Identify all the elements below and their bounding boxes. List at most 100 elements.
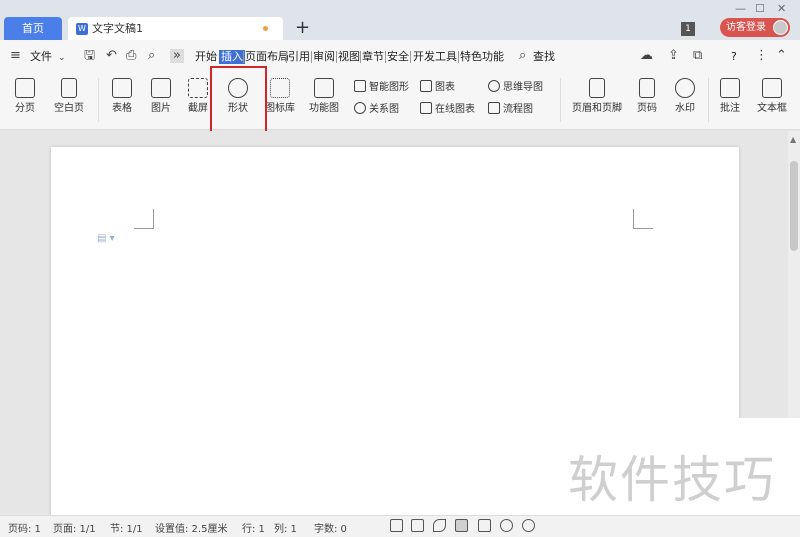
minimize-icon[interactable]: — <box>735 2 746 15</box>
tab-page-layout[interactable]: 页面布局 <box>245 50 289 64</box>
tab-chapter[interactable]: 章节 <box>362 50 384 64</box>
function-chart-icon <box>314 78 334 98</box>
blank-page-button[interactable]: 空白页 <box>46 78 92 115</box>
online-chart-icon <box>420 102 432 114</box>
status-section[interactable]: 节: 1/1 <box>110 520 143 535</box>
tab-reference[interactable]: 引用 <box>288 50 310 64</box>
watermark-label: 水印 <box>675 103 695 114</box>
search-icon[interactable]: ⌕ <box>519 49 526 63</box>
watermark-button[interactable]: 水印 <box>668 78 702 115</box>
page-break-label: 分页 <box>15 103 35 114</box>
flow-chart-icon <box>488 102 500 114</box>
visitor-login-label: 访客登录 <box>726 22 766 33</box>
page-view-icon[interactable] <box>455 519 468 532</box>
relation-chart-button[interactable]: 关系图 <box>354 102 399 117</box>
maximize-icon[interactable]: ☐ <box>755 2 765 15</box>
blank-page-icon <box>61 78 77 98</box>
document-tab-label: 文字文稿1 <box>92 22 143 35</box>
picture-button[interactable]: 图片 <box>143 78 179 115</box>
scrollbar-thumb[interactable] <box>790 161 798 251</box>
smart-shape-label: 智能图形 <box>369 82 409 93</box>
tab-home[interactable]: 首页 <box>4 17 62 40</box>
cloud-icon[interactable]: ☁ <box>640 49 653 63</box>
unsaved-dot-icon <box>263 26 268 31</box>
writer-doc-icon: W <box>76 23 88 35</box>
help-icon[interactable]: ? <box>731 50 737 64</box>
pen-icon[interactable] <box>433 519 446 532</box>
screenshot-icon <box>188 78 208 98</box>
chevron-down-icon[interactable]: ⌄ <box>58 51 66 65</box>
close-icon[interactable]: ✕ <box>777 2 786 15</box>
status-bar: 页码: 1 页面: 1/1 节: 1/1 设置值: 2.5厘米 行: 1 列: … <box>0 515 800 537</box>
mind-map-button[interactable]: 思维导图 <box>488 80 543 95</box>
visitor-login-button[interactable]: 访客登录 <box>720 18 790 37</box>
chart-icon <box>420 80 432 92</box>
smart-shape-button[interactable]: 智能图形 <box>354 80 409 95</box>
hamburger-icon[interactable]: ≡ <box>10 49 21 63</box>
status-column[interactable]: 列: 1 <box>274 520 297 535</box>
share-icon[interactable]: ⇪ <box>668 49 679 63</box>
fullscreen-icon[interactable] <box>390 519 403 532</box>
collaborate-icon[interactable]: ⧉ <box>693 49 702 63</box>
search-button[interactable]: 查找 <box>533 50 555 64</box>
table-button[interactable]: 表格 <box>104 78 140 115</box>
watermark-icon <box>675 78 695 98</box>
paragraph-layout-icon[interactable]: ▤ ▾ <box>97 233 115 244</box>
file-menu[interactable]: 文件 <box>30 50 52 64</box>
menu-bar: ≡ 文件 ⌄ 🖫 ↶ ⎙ ⌕ » 开始 插入 页面布局 引用 审阅 视图 章节 … <box>0 40 800 72</box>
textbox-button[interactable]: 文本框 <box>752 78 792 115</box>
web-view-icon[interactable] <box>500 519 513 532</box>
online-chart-label: 在线图表 <box>435 104 475 115</box>
tab-document[interactable]: W 文字文稿1 <box>68 17 283 40</box>
read-mode-icon[interactable] <box>411 519 424 532</box>
tab-insert[interactable]: 插入 <box>219 50 245 64</box>
window-count-badge[interactable]: 1 <box>681 22 695 36</box>
status-row[interactable]: 行: 1 <box>242 520 265 535</box>
page-number-label: 页码 <box>637 103 657 114</box>
tab-review[interactable]: 审阅 <box>313 50 335 64</box>
icon-library-button[interactable]: 图标库 <box>262 78 298 115</box>
status-page-number[interactable]: 页码: 1 <box>8 520 41 535</box>
tab-view[interactable]: 视图 <box>338 50 360 64</box>
blank-page-label: 空白页 <box>54 103 84 114</box>
smart-shape-icon <box>354 80 366 92</box>
page-break-button[interactable]: 分页 <box>8 78 42 115</box>
eye-protection-icon[interactable] <box>522 519 535 532</box>
tab-features[interactable]: 特色功能 <box>460 50 504 64</box>
avatar <box>773 20 788 35</box>
scroll-up-icon[interactable]: ▲ <box>790 135 796 144</box>
chart-label: 图表 <box>435 82 455 93</box>
print-icon[interactable]: ⎙ <box>126 49 136 63</box>
relation-chart-icon <box>354 102 366 114</box>
tab-developer[interactable]: 开发工具 <box>413 50 457 64</box>
page-number-button[interactable]: 页码 <box>630 78 664 115</box>
tab-security[interactable]: 安全 <box>387 50 409 64</box>
mind-map-label: 思维导图 <box>503 82 543 93</box>
save-icon[interactable]: 🖫 <box>84 49 95 63</box>
status-pages[interactable]: 页面: 1/1 <box>53 520 96 535</box>
tab-start[interactable]: 开始 <box>195 50 217 64</box>
status-word-count[interactable]: 字数: 0 <box>314 520 347 535</box>
icon-library-label: 图标库 <box>265 103 295 114</box>
function-chart-button[interactable]: 功能图 <box>302 78 346 115</box>
chart-button[interactable]: 图表 <box>420 80 455 95</box>
more-icon[interactable]: » <box>170 49 184 63</box>
header-footer-label: 页眉和页脚 <box>572 103 622 114</box>
page-break-icon <box>15 78 35 98</box>
print-preview-icon[interactable]: ⌕ <box>148 49 155 63</box>
title-bar: 首页 W 文字文稿1 + 1 访客登录 — ☐ ✕ <box>0 0 800 40</box>
collapse-ribbon-icon[interactable]: ⌃ <box>776 49 787 63</box>
comment-button[interactable]: 批注 <box>714 78 746 115</box>
more-vertical-icon[interactable]: ⋮ <box>755 49 768 63</box>
outline-view-icon[interactable] <box>478 519 491 532</box>
online-chart-button[interactable]: 在线图表 <box>420 102 475 117</box>
picture-icon <box>151 78 171 98</box>
undo-history-icon[interactable]: ↶ <box>106 49 117 63</box>
header-footer-button[interactable]: 页眉和页脚 <box>568 78 626 115</box>
flow-chart-button[interactable]: 流程图 <box>488 102 533 117</box>
comment-label: 批注 <box>720 103 740 114</box>
icon-library-icon <box>270 78 290 98</box>
textbox-icon <box>762 78 782 98</box>
status-setting[interactable]: 设置值: 2.5厘米 <box>155 520 227 535</box>
new-tab-button[interactable]: + <box>295 18 310 38</box>
